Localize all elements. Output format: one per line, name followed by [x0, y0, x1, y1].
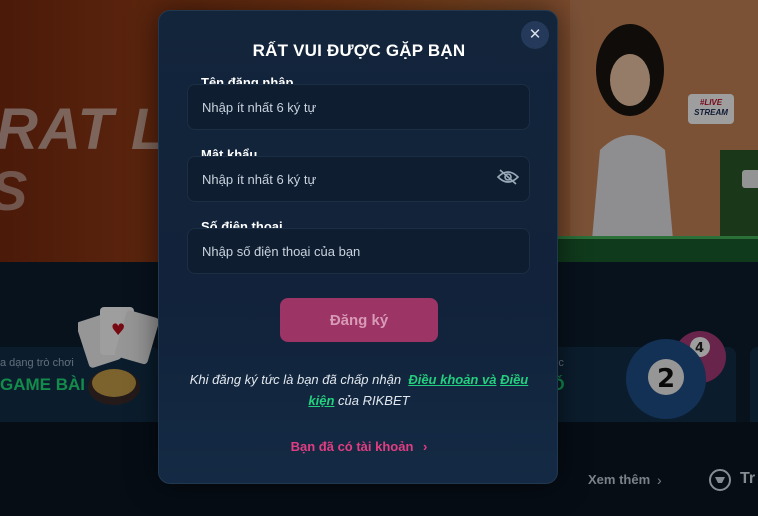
terms-suffix: của RIKBET: [338, 393, 410, 408]
login-link-label: Bạn đã có tài khoản: [290, 439, 414, 454]
terms-text: Khi đăng ký tức là bạn đã chấp nhận Điều…: [189, 369, 529, 411]
eye-off-icon[interactable]: [497, 169, 519, 185]
register-button[interactable]: Đăng ký: [280, 298, 438, 342]
terms-prefix: Khi đăng ký tức là bạn đã chấp nhận: [189, 372, 402, 387]
username-input[interactable]: [187, 84, 530, 130]
chevron-right-icon: ›: [423, 439, 428, 454]
phone-input[interactable]: [187, 228, 530, 274]
login-link[interactable]: Bạn đã có tài khoản ›: [159, 439, 559, 454]
register-modal: ✕ RẤT VUI ĐƯỢC GẶP BẠN Tên đăng nhập Mật…: [158, 10, 558, 484]
password-input[interactable]: [187, 156, 530, 202]
modal-title: RẤT VUI ĐƯỢC GẶP BẠN: [252, 41, 466, 60]
terms-link[interactable]: Điều khoản và: [408, 372, 496, 387]
